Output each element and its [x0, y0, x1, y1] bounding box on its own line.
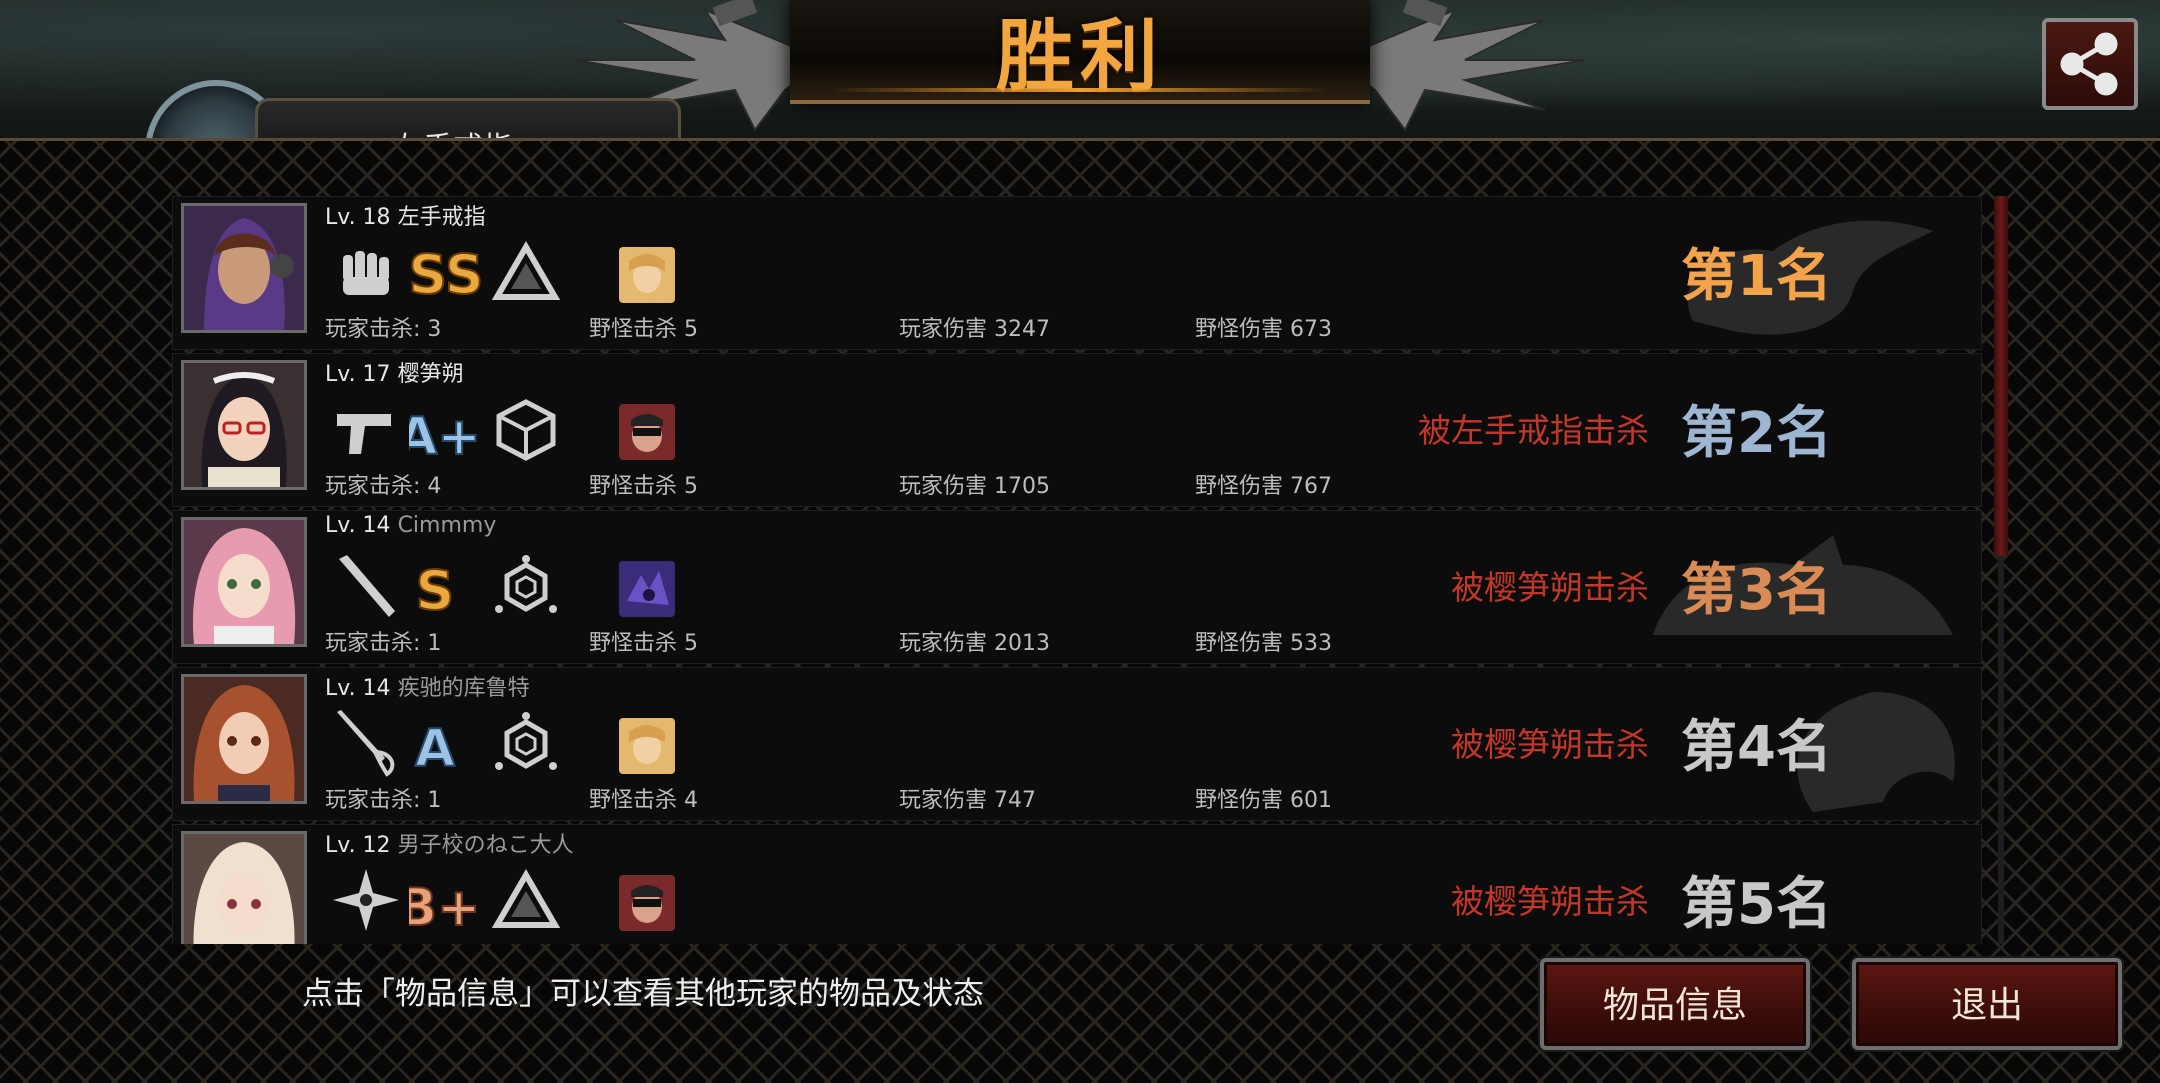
- player-level: Lv. 14: [325, 676, 391, 701]
- wing-right-decoration: [1335, 0, 1586, 132]
- player-damage: 玩家伤害 1705: [899, 474, 1050, 499]
- pistol-icon: [329, 394, 403, 464]
- player-kills: 玩家击杀: 3: [325, 317, 442, 342]
- killed-by: 被左手戒指击杀: [1418, 411, 1649, 450]
- player-level-name: Lv. 17 樱笋朔: [325, 356, 464, 388]
- player-damage: 玩家伤害 747: [899, 788, 1036, 813]
- player-name: 疾驰的库鲁特: [397, 676, 530, 701]
- player-kills: 玩家击杀: 1: [325, 631, 442, 656]
- rank-label: 第2名: [1681, 401, 1832, 466]
- grade-text: SS: [409, 243, 483, 306]
- hex-rune-icon: [489, 551, 563, 621]
- player-name: Cimmmy: [397, 513, 497, 538]
- grade-text: B+: [409, 878, 481, 935]
- item-info-button[interactable]: 物品信息: [1540, 958, 1810, 1050]
- player-row[interactable]: Lv. 14 Cimmmy S 玩家击杀: 1 野怪击杀 5 玩家伤害 2013…: [172, 510, 1982, 664]
- cube-rune-icon: [489, 394, 563, 464]
- rapier-icon: [329, 708, 403, 778]
- victory-title: 胜利: [995, 12, 1164, 102]
- hint-text: 点击「物品信息」可以查看其他玩家的物品及状态: [302, 976, 984, 1012]
- rank-label: 第1名: [1681, 244, 1832, 309]
- player-level-name: Lv. 18 左手戒指: [325, 199, 486, 231]
- grade-badge: S: [409, 551, 483, 623]
- share-icon: [2060, 32, 2118, 96]
- monster-damage: 野怪伤害 767: [1195, 474, 1332, 499]
- player-damage: 玩家伤害 3247: [899, 317, 1050, 342]
- player-results-list[interactable]: Lv. 18 左手戒指 SS 玩家击杀: 3 野怪击杀 5 玩家伤害 3247 …: [172, 196, 1982, 944]
- player-level: Lv. 12: [325, 833, 391, 858]
- results-scrollbar[interactable]: [1994, 196, 2008, 944]
- player-level-name: Lv. 14 Cimmmy: [325, 513, 496, 538]
- player-row[interactable]: Lv. 18 左手戒指 SS 玩家击杀: 3 野怪击杀 5 玩家伤害 3247 …: [172, 196, 1982, 350]
- exit-button[interactable]: 退出: [1852, 958, 2122, 1050]
- hex-rune-icon: [489, 708, 563, 778]
- monster-token-icon: [619, 718, 675, 774]
- triangle-rune-icon: [489, 237, 563, 307]
- monster-damage: 野怪伤害 601: [1195, 788, 1332, 813]
- monster-token-icon: [619, 561, 675, 617]
- grade-badge: A+: [396, 394, 483, 468]
- rank-label: 第4名: [1681, 715, 1832, 780]
- killed-by: 被樱笋朔击杀: [1451, 882, 1649, 921]
- rank-label: 第3名: [1681, 558, 1832, 623]
- player-name: 左手戒指: [397, 205, 486, 230]
- player-damage: 玩家伤害 2013: [899, 631, 1050, 656]
- player-level-name: Lv. 12 男子校のねこ大人: [325, 827, 574, 859]
- share-button[interactable]: [2042, 18, 2138, 110]
- rank-label: 第5名: [1681, 872, 1832, 937]
- player-level: Lv. 14: [325, 513, 391, 538]
- player-level: Lv. 17: [325, 362, 391, 387]
- player-level-name: Lv. 14 疾驰的库鲁特: [325, 670, 530, 702]
- monster-token-icon: [619, 404, 675, 460]
- monster-token-icon: [619, 875, 675, 931]
- avatar[interactable]: [181, 674, 307, 804]
- grade-badge: A: [409, 708, 483, 780]
- monster-kills: 野怪击杀 4: [589, 788, 698, 813]
- grade-text: S: [416, 559, 455, 621]
- grade-badge: SS: [407, 237, 484, 307]
- triangle-rune-icon: [489, 865, 563, 935]
- player-kills: 玩家击杀: 1: [325, 788, 442, 813]
- player-kills: 玩家击杀: 4: [325, 474, 442, 499]
- shuriken-icon: [329, 865, 403, 935]
- monster-kills: 野怪击杀 5: [589, 631, 698, 656]
- player-row[interactable]: Lv. 14 疾驰的库鲁特 A 玩家击杀: 1 野怪击杀 4 玩家伤害 747 …: [172, 667, 1982, 821]
- avatar[interactable]: [181, 831, 307, 944]
- grade-text: A: [415, 719, 455, 778]
- fist-icon: [329, 237, 403, 307]
- monster-kills: 野怪击杀 5: [589, 317, 698, 342]
- killed-by: 被樱笋朔击杀: [1451, 725, 1649, 764]
- killed-by: 被樱笋朔击杀: [1451, 568, 1649, 607]
- scrollbar-thumb[interactable]: [1994, 196, 2008, 556]
- player-row[interactable]: Lv. 12 男子校のねこ大人 B+ 被樱笋朔击杀 第5名: [172, 824, 1982, 944]
- monster-token-icon: [619, 247, 675, 303]
- player-name: 樱笋朔: [397, 362, 464, 387]
- bat-icon: [329, 551, 403, 621]
- player-name: 男子校のねこ大人: [397, 833, 574, 858]
- avatar[interactable]: [181, 360, 307, 490]
- monster-damage: 野怪伤害 533: [1195, 631, 1332, 656]
- avatar[interactable]: [181, 203, 307, 333]
- avatar[interactable]: [181, 517, 307, 647]
- monster-damage: 野怪伤害 673: [1195, 317, 1332, 342]
- grade-badge: B+: [396, 865, 483, 939]
- grade-text: A+: [409, 407, 481, 464]
- victory-title-plaque: 胜利: [790, 0, 1370, 104]
- player-level: Lv. 18: [325, 205, 391, 230]
- player-row[interactable]: Lv. 17 樱笋朔 A+ 玩家击杀: 4 野怪击杀 5 玩家伤害 1705 野…: [172, 353, 1982, 507]
- monster-kills: 野怪击杀 5: [589, 474, 698, 499]
